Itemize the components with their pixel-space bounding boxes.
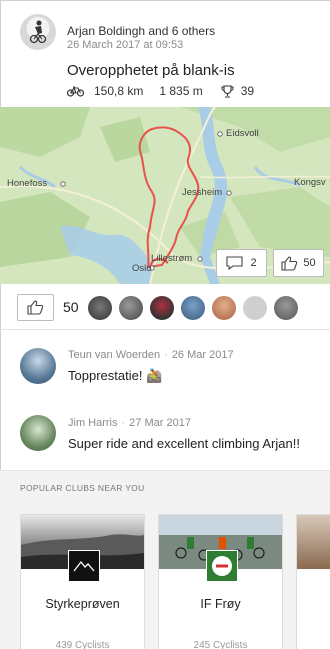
comment-text: Topprestatie! 🚵 bbox=[68, 368, 163, 383]
club-card[interactable]: IF Frøy 245 Cyclists bbox=[158, 514, 283, 649]
cyclist-figure-icon bbox=[30, 20, 46, 44]
comment-icon bbox=[226, 256, 243, 270]
mountain-logo-icon bbox=[73, 560, 95, 572]
map-label-lillestrom: Lillestrøm bbox=[151, 253, 193, 264]
club-member-count: 439 Cyclists bbox=[55, 640, 110, 649]
comment-author[interactable]: Teun van Woerden bbox=[68, 349, 160, 361]
club-name: Styrkeprøven bbox=[45, 597, 120, 611]
activity-datetime: 26 March 2017 at 09:53 bbox=[67, 39, 184, 51]
kudoser-avatar[interactable] bbox=[212, 296, 236, 320]
map-comments-button[interactable]: 2 bbox=[216, 249, 267, 277]
map-comments-count: 2 bbox=[250, 257, 257, 269]
club-logo bbox=[68, 550, 100, 582]
club-name: IF Frøy bbox=[200, 597, 241, 611]
comment-item: Jim Harris · 27 Mar 2017 Super ride and ex… bbox=[0, 408, 330, 468]
kudoser-avatar[interactable] bbox=[88, 296, 112, 320]
distance-value: 150,8 km bbox=[94, 84, 144, 98]
map-label-oslo: Oslo bbox=[132, 263, 152, 274]
club-member-count: 245 Cyclists bbox=[193, 640, 248, 649]
kudoser-avatar[interactable] bbox=[119, 296, 143, 320]
comment-meta: Teun van Woerden · 26 Mar 2017 bbox=[68, 349, 234, 361]
club-card-partial[interactable] bbox=[296, 514, 330, 649]
elevation-value: 1 835 m bbox=[159, 84, 203, 98]
give-kudos-button[interactable] bbox=[17, 294, 54, 321]
map-label-jessheim: Jessheim bbox=[182, 187, 223, 198]
comment-date: 27 Mar 2017 bbox=[129, 417, 191, 429]
kudos-row: 50 bbox=[0, 284, 330, 330]
athlete-avatar[interactable] bbox=[20, 14, 56, 50]
map-label-kongsvinger: Kongsv bbox=[294, 177, 326, 188]
kudoser-avatar[interactable] bbox=[274, 296, 298, 320]
activity-title[interactable]: Overopphetet på blank-is bbox=[67, 62, 235, 79]
commenter-avatar[interactable] bbox=[20, 415, 56, 451]
kudos-count: 50 bbox=[63, 299, 79, 315]
map-label-honefoss: Honefoss bbox=[7, 178, 48, 189]
comment-date: 26 Mar 2017 bbox=[171, 349, 234, 361]
club-logo bbox=[206, 550, 238, 582]
thumbs-up-icon bbox=[281, 255, 298, 271]
map-kudos-count: 50 bbox=[303, 257, 316, 269]
commenter-avatar[interactable] bbox=[20, 348, 56, 384]
club-crest-icon bbox=[212, 556, 232, 576]
comment-item: Teun van Woerden · 26 Mar 2017 Topprestati… bbox=[0, 340, 330, 400]
map-label-eidsvoll: Eidsvoll bbox=[226, 128, 259, 139]
club-cover-image bbox=[297, 515, 330, 569]
bike-icon bbox=[67, 85, 84, 97]
athlete-name[interactable]: Arjan Boldingh and 6 others bbox=[67, 24, 215, 38]
kudoser-avatar[interactable] bbox=[150, 296, 174, 320]
kudoser-avatar[interactable] bbox=[181, 296, 205, 320]
achievements-count: 39 bbox=[240, 84, 255, 98]
map-kudos-button[interactable]: 50 bbox=[273, 249, 324, 277]
comment-text: Super ride and excellent climbing Arjan!… bbox=[68, 436, 300, 451]
popular-clubs-section: POPULAR CLUBS NEAR YOU Styrkeprøven 439 … bbox=[0, 470, 330, 649]
comment-meta: Jim Harris · 27 Mar 2017 bbox=[68, 417, 191, 429]
club-card[interactable]: Styrkeprøven 439 Cyclists bbox=[20, 514, 145, 649]
comment-author[interactable]: Jim Harris bbox=[68, 417, 118, 429]
trophy-icon bbox=[221, 84, 234, 98]
section-title: POPULAR CLUBS NEAR YOU bbox=[20, 483, 145, 493]
kudoser-avatar[interactable] bbox=[243, 296, 267, 320]
thumbs-up-icon bbox=[27, 300, 44, 315]
activity-stats: 150,8 km 1 835 m 39 bbox=[67, 84, 254, 98]
activity-header: Arjan Boldingh and 6 others 26 March 201… bbox=[0, 0, 330, 104]
